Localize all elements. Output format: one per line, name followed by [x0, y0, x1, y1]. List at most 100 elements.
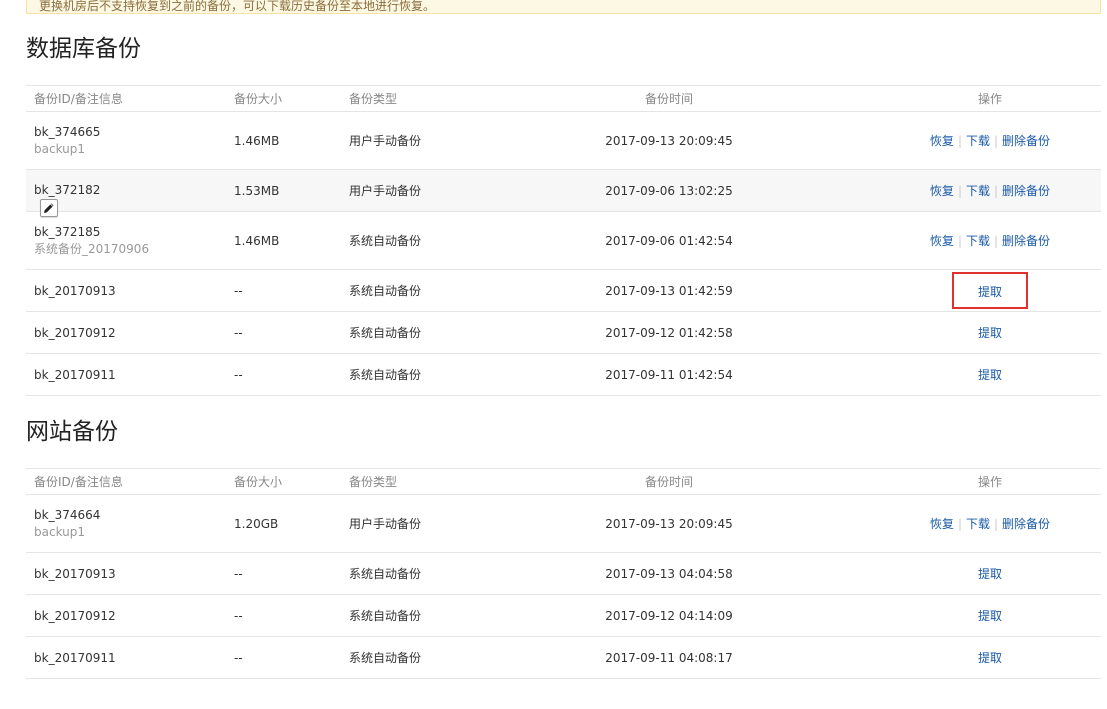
cell-actions: 提取	[879, 269, 1101, 312]
backup-id: bk_372182	[34, 183, 101, 197]
separator: |	[994, 184, 999, 198]
backup-id: bk_20170911	[26, 636, 234, 679]
col-header-actions: 操作	[879, 468, 1101, 495]
backup-type: 用户手动备份	[349, 111, 489, 170]
backup-type: 系统自动备份	[349, 269, 489, 312]
backup-id: bk_20170912	[26, 311, 234, 354]
restore-link[interactable]: 恢复	[930, 234, 954, 248]
col-header-time: 备份时间	[489, 468, 879, 495]
edit-note-button[interactable]	[40, 199, 58, 217]
backup-time: 2017-09-06 13:02:25	[489, 169, 879, 212]
cell-actions: 提取	[879, 636, 1101, 679]
cell-actions: 恢复 | 下载 | 删除备份	[879, 494, 1101, 553]
table-row: bk_20170913 -- 系统自动备份 2017-09-13 04:04:5…	[26, 552, 1101, 595]
col-header-type: 备份类型	[349, 85, 489, 112]
restore-link[interactable]: 恢复	[930, 184, 954, 198]
pencil-icon	[44, 203, 54, 213]
table-row: bk_20170913 -- 系统自动备份 2017-09-13 01:42:5…	[26, 269, 1101, 312]
backup-time: 2017-09-13 20:09:45	[489, 111, 879, 170]
separator: |	[994, 134, 999, 148]
backup-time: 2017-09-12 04:14:09	[489, 594, 879, 637]
db-backup-title: 数据库备份	[26, 36, 141, 62]
cell-actions: 提取	[879, 311, 1101, 354]
extract-link[interactable]: 提取	[978, 609, 1002, 623]
cell-actions: 恢复 | 下载 | 删除备份	[879, 211, 1101, 270]
table-row: bk_20170912 -- 系统自动备份 2017-09-12 01:42:5…	[26, 311, 1101, 354]
backup-type: 系统自动备份	[349, 211, 489, 270]
table-row: bk_374664 backup1 1.20GB 用户手动备份 2017-09-…	[26, 494, 1101, 553]
backup-type: 系统自动备份	[349, 311, 489, 354]
delete-backup-link[interactable]: 删除备份	[1002, 134, 1050, 148]
col-header-time: 备份时间	[489, 85, 879, 112]
cell-actions: 恢复 | 下载 | 删除备份	[879, 111, 1101, 170]
backup-time: 2017-09-13 01:42:59	[489, 269, 879, 312]
backup-size: --	[234, 269, 349, 312]
site-backup-title: 网站备份	[26, 419, 118, 445]
cell-actions: 提取	[879, 353, 1101, 396]
backup-size: 1.53MB	[234, 169, 349, 212]
backup-time: 2017-09-06 01:42:54	[489, 211, 879, 270]
extract-link[interactable]: 提取	[978, 368, 1002, 382]
db-backup-table: 备份ID/备注信息 备份大小 备份类型 备份时间 操作 bk_374665 ba…	[26, 85, 1101, 396]
site-backup-table: 备份ID/备注信息 备份大小 备份类型 备份时间 操作 bk_374664 ba…	[26, 468, 1101, 679]
separator: |	[957, 234, 962, 248]
backup-size: --	[234, 594, 349, 637]
download-link[interactable]: 下载	[966, 234, 990, 248]
backup-id: bk_374665	[34, 124, 101, 139]
backup-time: 2017-09-12 01:42:58	[489, 311, 879, 354]
backup-size: --	[234, 353, 349, 396]
backup-time: 2017-09-11 01:42:54	[489, 353, 879, 396]
backup-note: backup1	[34, 141, 86, 156]
download-link[interactable]: 下载	[966, 134, 990, 148]
cell-id: bk_372182	[26, 169, 234, 217]
separator: |	[957, 184, 962, 198]
separator: |	[994, 234, 999, 248]
backup-note: 系统备份_20170906	[34, 241, 150, 256]
extract-link[interactable]: 提取	[978, 326, 1002, 340]
table-row: bk_20170911 -- 系统自动备份 2017-09-11 01:42:5…	[26, 353, 1101, 396]
separator: |	[957, 134, 962, 148]
restore-link[interactable]: 恢复	[930, 134, 954, 148]
table-row: bk_374665 backup1 1.46MB 用户手动备份 2017-09-…	[26, 111, 1101, 170]
extract-link[interactable]: 提取	[978, 567, 1002, 581]
cell-id: bk_374664 backup1	[26, 494, 234, 553]
notice-banner: 更换机房后不支持恢复到之前的备份，可以下载历史备份至本地进行恢复。	[26, 0, 1101, 14]
backup-size: 1.46MB	[234, 211, 349, 270]
extract-link[interactable]: 提取	[978, 651, 1002, 665]
restore-link[interactable]: 恢复	[930, 517, 954, 531]
backup-id: bk_374664	[34, 507, 101, 522]
col-header-type: 备份类型	[349, 468, 489, 495]
cell-actions: 提取	[879, 552, 1101, 595]
backup-type: 系统自动备份	[349, 636, 489, 679]
separator: |	[957, 517, 962, 531]
cell-actions: 提取	[879, 594, 1101, 637]
backup-size: 1.20GB	[234, 494, 349, 553]
col-header-actions: 操作	[879, 85, 1101, 112]
table-row: bk_20170912 -- 系统自动备份 2017-09-12 04:14:0…	[26, 594, 1101, 637]
cell-id: bk_372185 系统备份_20170906	[26, 211, 234, 270]
download-link[interactable]: 下载	[966, 184, 990, 198]
table-row: bk_20170911 -- 系统自动备份 2017-09-11 04:08:1…	[26, 636, 1101, 679]
notice-text: 更换机房后不支持恢复到之前的备份，可以下载历史备份至本地进行恢复。	[39, 0, 436, 13]
backup-time: 2017-09-13 20:09:45	[489, 494, 879, 553]
extract-link[interactable]: 提取	[978, 285, 1002, 299]
backup-type: 系统自动备份	[349, 552, 489, 595]
col-header-id: 备份ID/备注信息	[26, 468, 234, 495]
download-link[interactable]: 下载	[966, 517, 990, 531]
col-header-size: 备份大小	[234, 85, 349, 112]
backup-note: backup1	[34, 524, 86, 539]
delete-backup-link[interactable]: 删除备份	[1002, 184, 1050, 198]
cell-actions: 恢复 | 下载 | 删除备份	[879, 169, 1101, 212]
backup-id: bk_372185	[34, 224, 101, 239]
col-header-size: 备份大小	[234, 468, 349, 495]
backup-type: 用户手动备份	[349, 494, 489, 553]
highlight-box: 提取	[952, 272, 1028, 309]
col-header-id: 备份ID/备注信息	[26, 85, 234, 112]
table-row: bk_372185 系统备份_20170906 1.46MB 系统自动备份 20…	[26, 211, 1101, 270]
table-header-row: 备份ID/备注信息 备份大小 备份类型 备份时间 操作	[26, 468, 1101, 495]
backup-time: 2017-09-13 04:04:58	[489, 552, 879, 595]
backup-type: 系统自动备份	[349, 353, 489, 396]
delete-backup-link[interactable]: 删除备份	[1002, 517, 1050, 531]
delete-backup-link[interactable]: 删除备份	[1002, 234, 1050, 248]
backup-size: --	[234, 311, 349, 354]
